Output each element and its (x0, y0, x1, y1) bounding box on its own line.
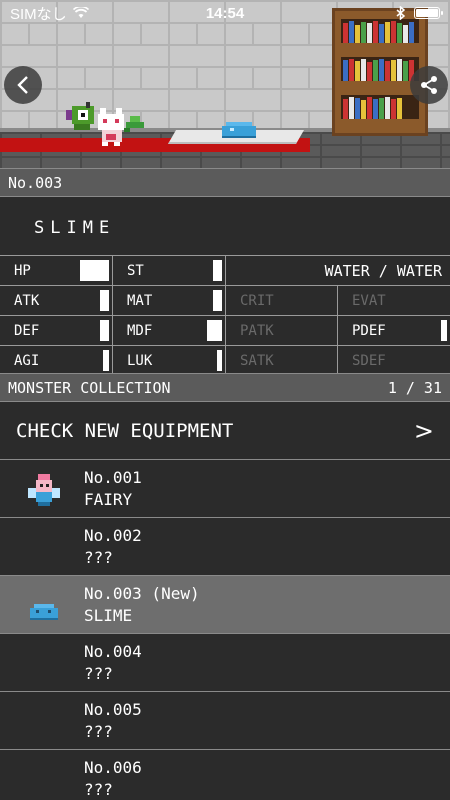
list-item-name: ??? (84, 722, 113, 741)
share-button[interactable] (410, 66, 448, 104)
status-bar: SIMなし 14:54 (0, 0, 450, 26)
stat-st: ST (113, 256, 226, 286)
monster-number-bar: No.003 (0, 168, 450, 197)
stat-label: PDEF (352, 322, 386, 339)
stat-bar (441, 320, 447, 341)
list-item-name: FAIRY (84, 490, 133, 509)
element-type: WATER / WATER (226, 256, 450, 286)
stat-satk: SATK (226, 346, 338, 376)
stat-atk: ATK (0, 286, 113, 316)
check-new-equipment-label: CHECK NEW EQUIPMENT (16, 419, 234, 442)
stat-label: LUK (127, 352, 153, 369)
stat-sdef: SDEF (338, 346, 450, 376)
stat-luk: LUK (113, 346, 226, 376)
stat-mat: MAT (113, 286, 226, 316)
back-button[interactable] (4, 66, 42, 104)
stat-mdf: MDF (113, 316, 226, 346)
list-item-number: No.004 (84, 642, 142, 661)
list-item-name: ??? (84, 780, 113, 799)
stat-label: EVAT (352, 292, 386, 309)
stat-label: AGI (14, 352, 40, 369)
fairy-icon (28, 474, 60, 506)
stat-bar (207, 320, 222, 341)
stat-label: SDEF (352, 352, 386, 369)
stat-crit: CRIT (226, 286, 338, 316)
list-item[interactable]: No.005 ??? (0, 692, 450, 750)
stat-agi: AGI (0, 346, 113, 376)
list-item-name: SLIME (84, 606, 133, 625)
chevron-left-icon (17, 76, 28, 94)
list-item-number: No.005 (84, 700, 142, 719)
stat-bar (100, 320, 109, 341)
clock: 14:54 (205, 4, 245, 22)
list-item-number: No.003 (New) (84, 584, 200, 603)
list-item-name: ??? (84, 548, 113, 567)
stat-bar (103, 350, 109, 371)
list-item[interactable]: No.002 ??? (0, 518, 450, 576)
list-item[interactable]: No.006 ??? (0, 750, 450, 800)
player-character-sprite (66, 102, 144, 146)
stat-pdef: PDEF (338, 316, 450, 346)
chevron-right-icon: > (413, 416, 434, 445)
stat-label: ATK (14, 292, 40, 309)
list-item-number: No.001 (84, 468, 142, 487)
battery-icon (414, 7, 443, 19)
stat-label: HP (14, 262, 31, 279)
monster-name-panel: SLIME (0, 197, 450, 255)
monster-name: SLIME (34, 218, 116, 238)
list-item[interactable]: No.001 FAIRY (0, 460, 450, 518)
collection-header: MONSTER COLLECTION 1 / 31 (0, 373, 450, 402)
stat-label: MDF (127, 322, 153, 339)
slime-icon (30, 604, 58, 620)
stat-bar (100, 290, 109, 311)
stat-label: ST (127, 262, 144, 279)
list-item[interactable]: No.004 ??? (0, 634, 450, 692)
stat-bar (213, 260, 222, 281)
stat-label: PATK (240, 322, 274, 339)
stat-bar (213, 290, 222, 311)
list-item-number: No.006 (84, 758, 142, 777)
share-icon (421, 76, 437, 94)
collection-title: MONSTER COLLECTION (8, 378, 171, 397)
stat-bar (80, 260, 109, 281)
stat-label: SATK (240, 352, 274, 369)
list-item-name: ??? (84, 664, 113, 683)
stats-grid: HP ATK DEF AGI ST MAT MDF LUK WATER / WA… (0, 255, 450, 376)
slime-sprite (222, 122, 256, 138)
monster-list: No.001 FAIRY No.002 ??? No.003 (New) SLI… (0, 460, 450, 800)
monster-number: No.003 (8, 173, 63, 192)
stat-bar (217, 350, 222, 371)
stat-label: CRIT (240, 292, 274, 309)
stat-label: DEF (14, 322, 40, 339)
collection-count: 1 / 31 (387, 378, 442, 397)
list-item-selected[interactable]: No.003 (New) SLIME (0, 576, 450, 634)
stat-def: DEF (0, 316, 113, 346)
list-item-number: No.002 (84, 526, 142, 545)
stat-label: MAT (127, 292, 153, 309)
check-new-equipment-button[interactable]: CHECK NEW EQUIPMENT > (0, 402, 450, 460)
stat-patk: PATK (226, 316, 338, 346)
stat-evat: EVAT (338, 286, 450, 316)
stat-hp: HP (0, 256, 113, 286)
